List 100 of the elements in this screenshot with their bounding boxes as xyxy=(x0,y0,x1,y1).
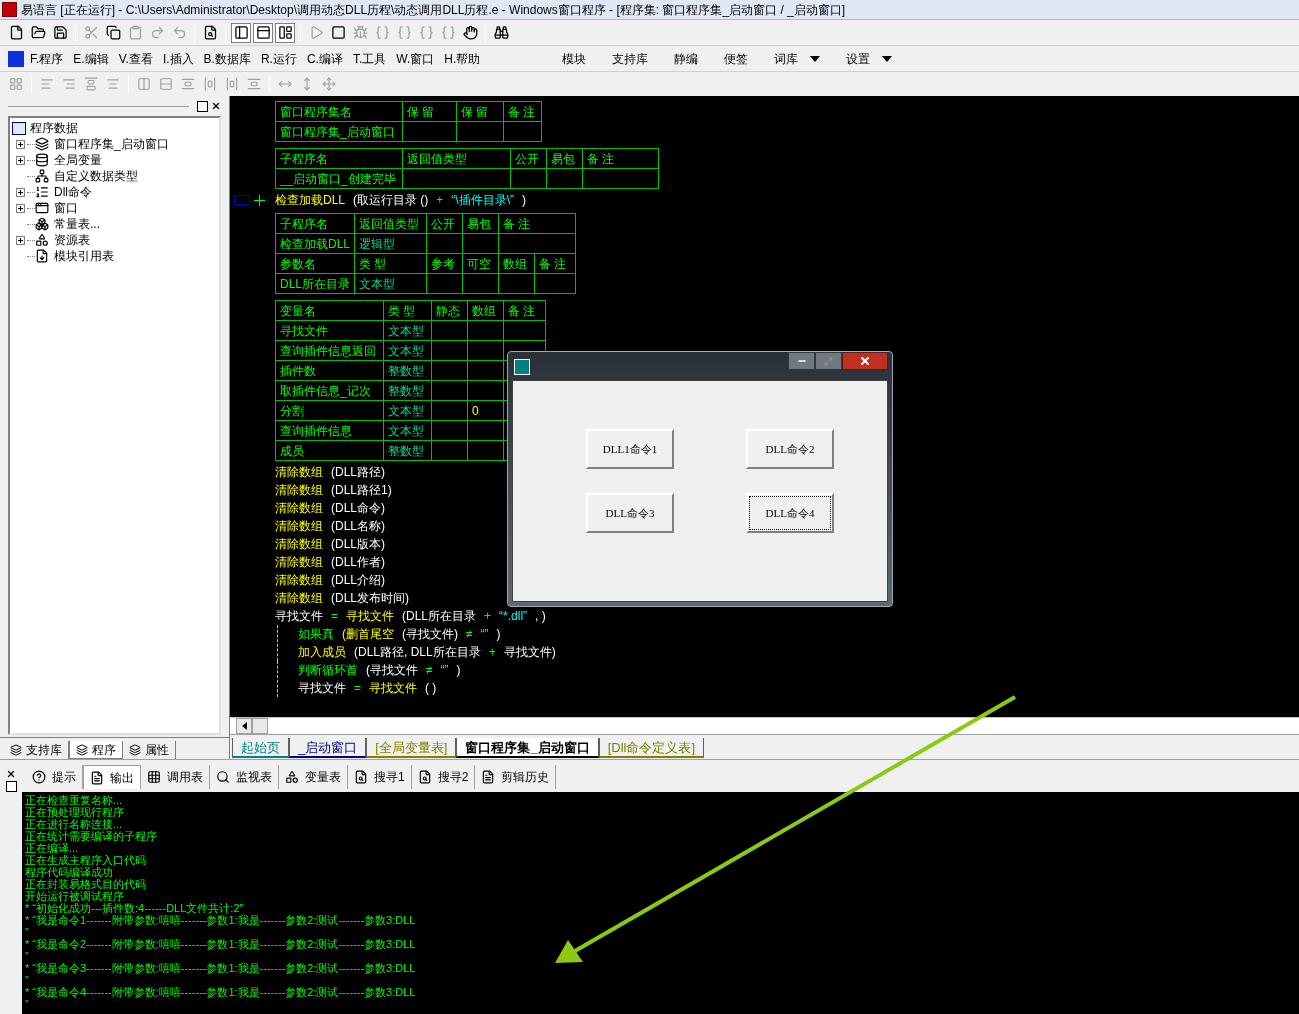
tree-item[interactable]: Dll命令 xyxy=(54,183,92,201)
menu-item[interactable]: R.运行 xyxy=(260,49,297,68)
table-cell: 成员 xyxy=(280,443,304,458)
tree-item[interactable]: 全局变量 xyxy=(54,151,102,169)
expand-icon[interactable] xyxy=(16,187,25,197)
expand-icon[interactable] xyxy=(16,139,25,149)
code-line: 清除数组 (DLL发布时间) xyxy=(275,590,409,607)
command-button[interactable]: DLL命令4 xyxy=(746,493,834,533)
editor-tab[interactable]: [全局变量表] xyxy=(366,738,457,758)
menu-item[interactable]: B.数据库 xyxy=(203,49,251,68)
menu-item[interactable]: 模块 xyxy=(562,49,587,68)
panel-tab[interactable]: 监视表 xyxy=(210,765,279,789)
close-button[interactable] xyxy=(210,100,221,112)
tree-item[interactable]: 程序数据 xyxy=(30,119,78,137)
column-header: 备 注 xyxy=(508,303,536,318)
caret-icon[interactable] xyxy=(882,55,893,62)
panel-tab[interactable]: 输出 xyxy=(83,765,141,789)
scroll-thumb[interactable] xyxy=(252,718,268,734)
panel-tab[interactable]: 剪辑历史 xyxy=(475,765,557,789)
menu-item[interactable]: V.查看 xyxy=(118,49,153,68)
minimize-button[interactable] xyxy=(788,352,815,370)
column-header: 返回值类型 xyxy=(407,151,467,166)
panel-tab[interactable]: 搜寻2 xyxy=(411,765,476,789)
expand-icon[interactable] xyxy=(16,155,25,165)
output-line: * “初始化成功---插件数:4------DLL文件共计:2” xyxy=(25,902,244,914)
output-line: 开始运行被调试程序 xyxy=(25,890,124,902)
layers-icon xyxy=(76,743,88,756)
command-button[interactable]: DLL1命令1 xyxy=(586,429,674,469)
menu-item[interactable]: H.帮助 xyxy=(444,49,481,68)
menu-item[interactable]: F.程序 xyxy=(30,49,64,68)
expand-icon[interactable] xyxy=(16,203,25,213)
code-line: 检查加载DLL (取运行目录 () + “\插件目录\” ) xyxy=(275,192,527,209)
layout-icon[interactable] xyxy=(275,22,295,43)
panel-tab[interactable]: 搜寻1 xyxy=(348,765,412,789)
column-header: 公开 xyxy=(515,151,539,166)
editor-tab[interactable]: 起始页 xyxy=(232,738,289,758)
output-line: ” xyxy=(25,926,29,938)
tree-item[interactable]: 自定义数据类型 xyxy=(54,167,138,185)
close-button[interactable] xyxy=(842,352,888,370)
document-icon xyxy=(481,770,496,784)
panel-tab[interactable]: 调用表 xyxy=(141,765,210,789)
table-cell: 整数型 xyxy=(388,383,424,398)
close-icon xyxy=(859,355,871,367)
code-line: 清除数组 (DLL版本) xyxy=(275,536,385,553)
menu-item[interactable]: E.编辑 xyxy=(73,49,109,68)
code-line: 清除数组 (DLL介绍) xyxy=(275,572,385,589)
maximize-button[interactable] xyxy=(197,100,208,112)
column-header: 公开 xyxy=(431,216,455,231)
code-line: 加入成员 (DLL路径, DLL所在目录 + 寻找文件) xyxy=(298,644,556,661)
editor-tab[interactable]: 窗口程序集_启动窗口 xyxy=(456,738,599,758)
panel-tab[interactable]: 变量表 xyxy=(279,765,348,789)
restore-button[interactable] xyxy=(5,781,17,792)
window-title: 易语言 [正在运行] - C:\Users\Administrator\Desktop\调用动态DLL历程\动态调用DLL历程.e - Windows窗口程序 - [程序集: 窗口程序集_启动窗口 / _启动窗口] xyxy=(21,1,846,19)
cylinder-icon xyxy=(35,153,49,167)
table-cell: 分割 xyxy=(280,403,304,418)
panel-tab[interactable]: 程序 xyxy=(69,741,123,759)
document-search-icon xyxy=(417,770,432,784)
panel-tab[interactable]: 属性 xyxy=(123,741,176,759)
menu-item[interactable]: I.插入 xyxy=(162,49,194,68)
layers-icon xyxy=(10,744,22,756)
close-button[interactable] xyxy=(5,768,17,779)
scroll-left-button[interactable] xyxy=(236,718,252,734)
caret-icon[interactable] xyxy=(810,55,821,62)
column-header: 可空 xyxy=(467,256,491,271)
column-header: 保 留 xyxy=(461,104,489,119)
tree-item[interactable]: 常量表... xyxy=(54,215,100,233)
grid-icon xyxy=(147,770,161,784)
menu-item[interactable]: T.工具 xyxy=(352,49,387,68)
menu-item[interactable]: C.编译 xyxy=(306,49,343,68)
command-button[interactable]: DLL命令2 xyxy=(746,429,834,469)
menu-item[interactable]: W.窗口 xyxy=(396,49,435,68)
editor-tab[interactable]: [Dll命令定义表] xyxy=(598,738,705,758)
expand-icon[interactable] xyxy=(16,235,25,245)
menu-item[interactable]: 词库 xyxy=(774,49,799,68)
column-header: 子程序名 xyxy=(280,216,328,231)
layout-icon[interactable] xyxy=(231,22,251,43)
table-cell: __启动窗口_创建完毕 xyxy=(280,171,397,186)
output-line: * “我是命令3-------附带参数:嘻嘻-------参数1:我是-------参数2:测试-------参数3:DLL xyxy=(25,962,416,974)
menu-item[interactable]: 支持库 xyxy=(612,49,649,68)
tree-item[interactable]: 模块引用表 xyxy=(54,247,114,265)
menu-item[interactable]: 便签 xyxy=(724,49,749,68)
app-logo-icon xyxy=(2,2,17,17)
tree-item[interactable]: 窗口 xyxy=(54,199,78,217)
table-cell: 整数型 xyxy=(388,363,424,378)
shapes-icon xyxy=(35,233,49,247)
output-line: 正在编译... xyxy=(25,842,79,854)
menu-item[interactable]: 设置 xyxy=(846,49,871,68)
shapes-icon xyxy=(285,770,299,784)
tree-item[interactable]: 资源表 xyxy=(54,231,90,249)
table-cell: 取插件信息_记次 xyxy=(280,383,371,398)
command-button[interactable]: DLL命令3 xyxy=(586,493,674,533)
diagram-icon xyxy=(35,169,49,183)
menu-item[interactable]: 静编 xyxy=(674,49,699,68)
tree-item[interactable]: 窗口程序集_启动窗口 xyxy=(54,135,169,153)
horizontal-scrollbar[interactable] xyxy=(230,717,1299,734)
layout-icon[interactable] xyxy=(253,22,273,43)
column-header: 窗口程序集名 xyxy=(280,104,352,119)
column-header: 备 注 xyxy=(539,256,567,271)
output-line: * “我是命令1-------附带参数:嘻嘻-------参数1:我是-------参数2:测试-------参数3:DLL xyxy=(25,914,416,926)
editor-tab[interactable]: _启动窗口 xyxy=(289,738,367,758)
